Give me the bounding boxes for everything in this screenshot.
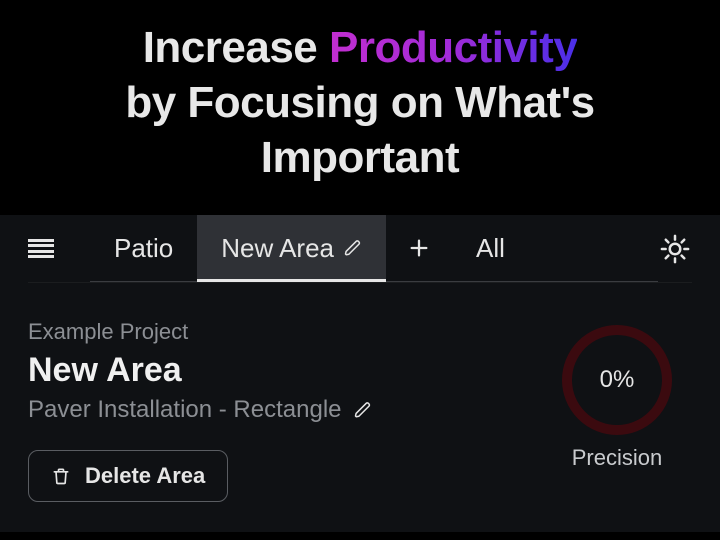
pencil-icon[interactable] <box>354 401 372 419</box>
tab-all[interactable]: All <box>452 215 529 281</box>
hero-line2: by Focusing on What's <box>125 78 594 127</box>
delete-area-button[interactable]: Delete Area <box>28 450 228 502</box>
tabs-container: Patio New Area All <box>90 215 658 282</box>
delete-area-label: Delete Area <box>85 463 205 489</box>
tab-patio-label: Patio <box>114 233 173 264</box>
tab-all-label: All <box>476 233 505 264</box>
hero-banner: Increase Productivity by Focusing on Wha… <box>0 0 720 215</box>
tab-new-area[interactable]: New Area <box>197 215 386 281</box>
trash-icon <box>51 465 71 487</box>
pencil-icon[interactable] <box>344 239 362 257</box>
subtitle-row: Paver Installation - Rectangle <box>28 396 542 424</box>
brightness-button[interactable] <box>658 232 692 266</box>
hero-line1-pre: Increase <box>143 23 329 72</box>
hero-highlight-word: Productivity <box>329 23 577 72</box>
precision-value: 0% <box>600 366 635 394</box>
project-label: Example Project <box>28 319 542 345</box>
area-title: New Area <box>28 351 542 390</box>
app-panel: Patio New Area All <box>0 215 720 532</box>
tab-patio[interactable]: Patio <box>90 215 197 281</box>
hero-line3: Important <box>261 133 459 182</box>
hero-heading: Increase Productivity by Focusing on Wha… <box>40 20 680 185</box>
precision-widget: 0% Precision <box>542 325 692 471</box>
precision-ring: 0% <box>562 325 672 435</box>
sun-icon <box>660 234 690 264</box>
plus-icon <box>408 237 430 259</box>
tab-bar: Patio New Area All <box>28 215 692 283</box>
content-left: Example Project New Area Paver Installat… <box>28 319 542 502</box>
precision-label: Precision <box>572 445 662 471</box>
area-subtitle: Paver Installation - Rectangle <box>28 396 342 424</box>
tab-new-area-label: New Area <box>221 233 334 264</box>
menu-icon[interactable] <box>28 239 54 259</box>
add-tab-button[interactable] <box>386 215 452 281</box>
content-row: Example Project New Area Paver Installat… <box>28 283 692 502</box>
